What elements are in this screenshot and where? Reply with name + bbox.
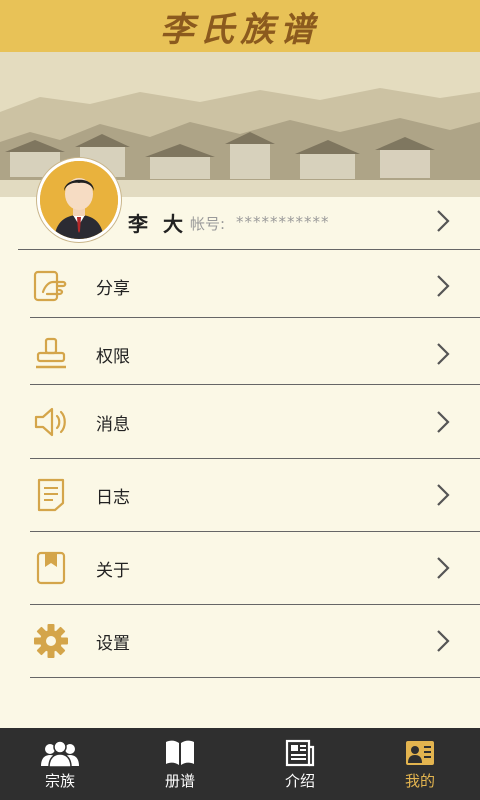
menu-item-share[interactable]: 分享 <box>0 250 480 322</box>
bookmark-icon <box>36 551 66 585</box>
divider <box>30 677 480 678</box>
divider <box>30 384 480 385</box>
account-label: 帐号: <box>190 215 226 233</box>
group-icon <box>41 740 79 768</box>
chevron-right-icon <box>437 630 450 652</box>
newspaper-icon <box>285 739 315 767</box>
tab-genealogy-book[interactable]: 册谱 <box>120 728 240 800</box>
chevron-right-icon <box>437 275 450 297</box>
document-icon <box>37 478 65 512</box>
tab-label: 宗族 <box>44 772 75 790</box>
menu-item-settings[interactable]: 设置 <box>0 605 480 677</box>
gear-icon <box>34 624 68 658</box>
stamp-icon <box>36 337 66 369</box>
tab-label: 册谱 <box>164 772 195 790</box>
chevron-right-icon <box>437 210 450 232</box>
tab-introduction[interactable]: 介绍 <box>240 728 360 800</box>
chevron-right-icon <box>437 343 450 365</box>
account-value: *********** <box>236 213 330 231</box>
tab-mine[interactable]: 我的 <box>360 728 480 800</box>
chevron-right-icon <box>437 411 450 433</box>
user-name: 李 大 <box>128 212 187 236</box>
menu-item-label: 分享 <box>96 279 130 299</box>
menu-item-label: 权限 <box>96 347 130 367</box>
menu-item-label: 日志 <box>96 488 130 508</box>
speaker-icon <box>34 407 66 437</box>
tab-clan[interactable]: 宗族 <box>0 728 120 800</box>
chevron-right-icon <box>437 557 450 579</box>
tab-label: 介绍 <box>284 772 315 790</box>
menu-item-messages[interactable]: 消息 <box>0 386 480 458</box>
bottom-tab-bar: 宗族 册谱 介绍 我的 <box>0 728 480 800</box>
menu-item-log[interactable]: 日志 <box>0 459 480 531</box>
menu-item-label: 关于 <box>96 561 130 581</box>
menu-item-about[interactable]: 关于 <box>0 532 480 604</box>
menu-item-label: 消息 <box>96 415 130 435</box>
profile-card-icon <box>406 741 434 765</box>
title-bar: 李氏族谱 <box>0 0 480 52</box>
book-icon <box>166 740 194 765</box>
tab-label: 我的 <box>404 772 435 790</box>
share-hand-icon <box>33 270 67 302</box>
menu-item-permissions[interactable]: 权限 <box>0 318 480 390</box>
menu-item-label: 设置 <box>96 634 130 654</box>
chevron-right-icon <box>437 484 450 506</box>
page-title: 李氏族谱 <box>160 9 320 50</box>
